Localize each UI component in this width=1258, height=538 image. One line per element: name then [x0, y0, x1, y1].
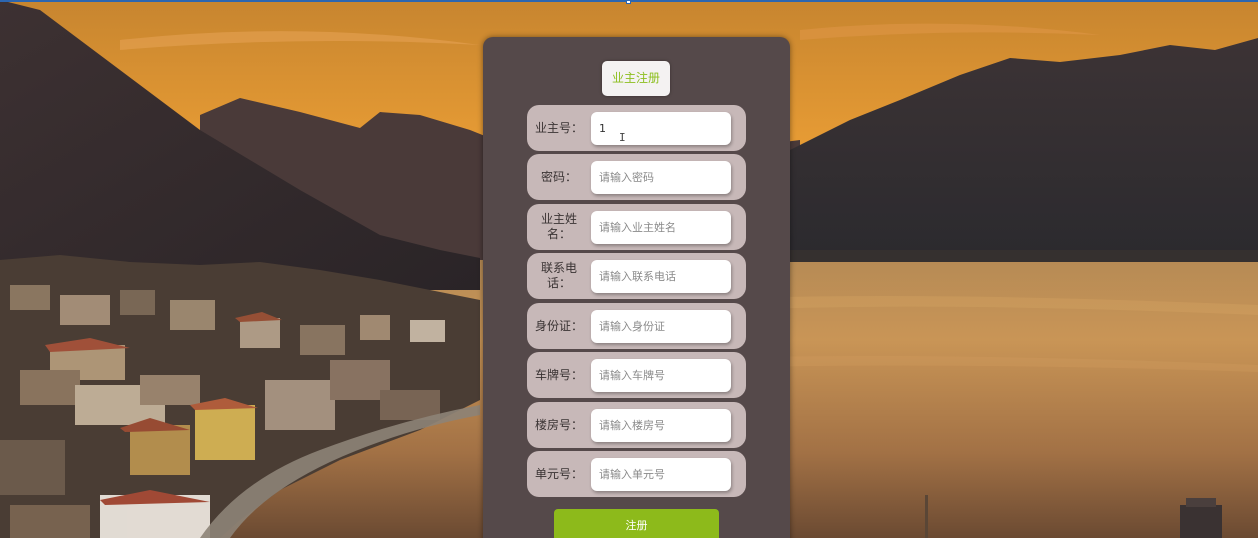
- form-title: 业主注册: [602, 61, 670, 96]
- field-row-phone: 联系电话：: [527, 253, 746, 299]
- owner-id-input[interactable]: [591, 112, 731, 145]
- owner-name-label: 业主姓名：: [540, 212, 577, 241]
- unit-number-label: 单元号：: [534, 466, 583, 481]
- password-input[interactable]: [591, 161, 731, 194]
- plate-number-input[interactable]: [591, 359, 731, 392]
- field-row-id-card: 身份证：: [527, 303, 746, 349]
- id-card-input[interactable]: [591, 310, 731, 343]
- field-row-unit-number: 单元号：: [527, 451, 746, 497]
- owner-id-label: 业主号：: [534, 120, 583, 135]
- field-row-password: 密码：: [527, 154, 746, 200]
- unit-number-input[interactable]: [591, 458, 731, 491]
- field-row-owner-name: 业主姓名：: [527, 204, 746, 250]
- plate-number-label: 车牌号：: [534, 367, 583, 382]
- phone-label: 联系电话：: [540, 261, 577, 290]
- phone-input[interactable]: [591, 260, 731, 293]
- field-row-owner-id: 业主号：: [527, 105, 746, 151]
- register-button[interactable]: 注册: [554, 509, 719, 538]
- field-row-building-number: 楼房号：: [527, 402, 746, 448]
- field-row-plate-number: 车牌号：: [527, 352, 746, 398]
- password-label: 密码：: [540, 169, 577, 184]
- building-number-input[interactable]: [591, 409, 731, 442]
- owner-name-input[interactable]: [591, 211, 731, 244]
- building-number-label: 楼房号：: [534, 417, 583, 432]
- registration-page: 业主注册 业主号： 密码： 业主姓名： 联系电话： 身份证： 车牌号： 楼房号：…: [0, 0, 1258, 538]
- id-card-label: 身份证：: [534, 318, 583, 333]
- window-resize-handle[interactable]: [626, 0, 631, 4]
